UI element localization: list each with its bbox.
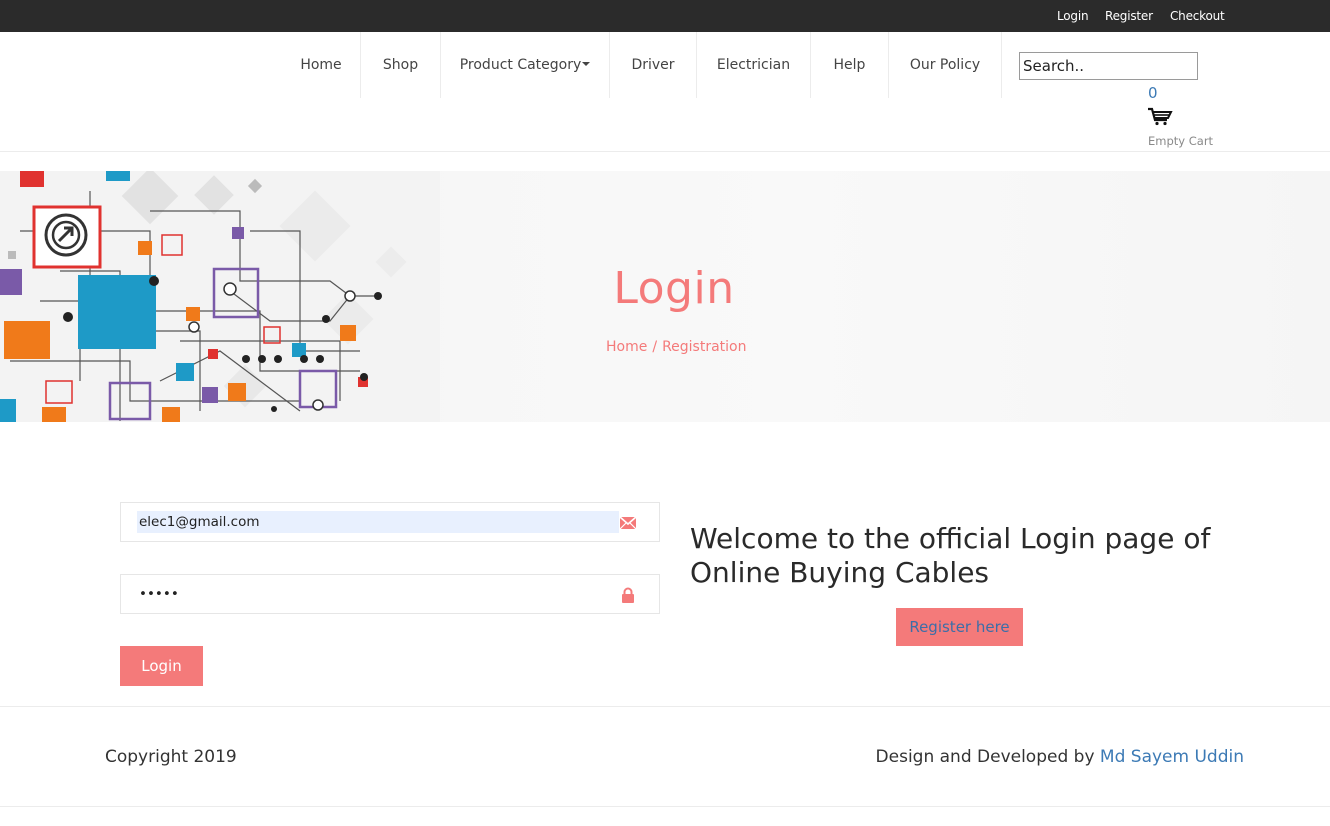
login-button[interactable]: Login [120, 646, 203, 686]
password-input[interactable] [137, 583, 619, 605]
nav-electrician[interactable]: Electrician [697, 32, 810, 98]
page-banner: Login Home / Registration [0, 171, 1330, 422]
password-field [120, 574, 660, 614]
developer-link[interactable]: Md Sayem Uddin [1100, 747, 1244, 767]
copyright-text: Copyright 2019 [105, 747, 237, 767]
topbar-register-link[interactable]: Register [1105, 9, 1153, 23]
topbar-checkout-link[interactable]: Checkout [1170, 9, 1225, 23]
welcome-heading: Welcome to the official Login page of On… [690, 522, 1211, 589]
nav-divider [1001, 32, 1002, 98]
breadcrumb-current: Registration [662, 339, 747, 355]
credit-prefix: Design and Developed by [875, 747, 1095, 767]
page-title: Login [613, 263, 735, 314]
lock-icon [622, 587, 634, 603]
nav-shop[interactable]: Shop [361, 32, 440, 98]
envelope-icon [619, 516, 637, 530]
breadcrumb-separator: / [652, 339, 658, 355]
nav-driver[interactable]: Driver [610, 32, 696, 98]
main-nav: Home Shop Product Category Driver Electr… [0, 32, 1330, 152]
footer: Copyright 2019 Design and Developed by M… [0, 706, 1330, 807]
topbar-login-link[interactable]: Login [1057, 9, 1089, 23]
email-input[interactable] [137, 511, 619, 533]
cart-icon[interactable] [1147, 106, 1173, 126]
register-here-button[interactable]: Register here [896, 608, 1023, 646]
breadcrumb-home-link[interactable]: Home [606, 339, 647, 355]
nav-product-category-label: Product Category [459, 57, 582, 73]
cart-status-label: Empty Cart [1148, 134, 1214, 148]
top-bar: Login Register Checkout [0, 0, 1330, 32]
nav-product-category[interactable]: Product Category [441, 32, 609, 98]
nav-our-policy[interactable]: Our Policy [889, 32, 1001, 98]
breadcrumb: Home / Registration [606, 339, 747, 355]
search-input[interactable] [1019, 52, 1198, 80]
nav-home[interactable]: Home [282, 32, 360, 98]
cart-count[interactable]: 0 [1148, 84, 1158, 102]
email-field [120, 502, 660, 542]
developer-credit: Design and Developed by Md Sayem Uddin [876, 747, 1244, 767]
nav-help[interactable]: Help [811, 32, 888, 98]
caret-down-icon [582, 62, 591, 66]
